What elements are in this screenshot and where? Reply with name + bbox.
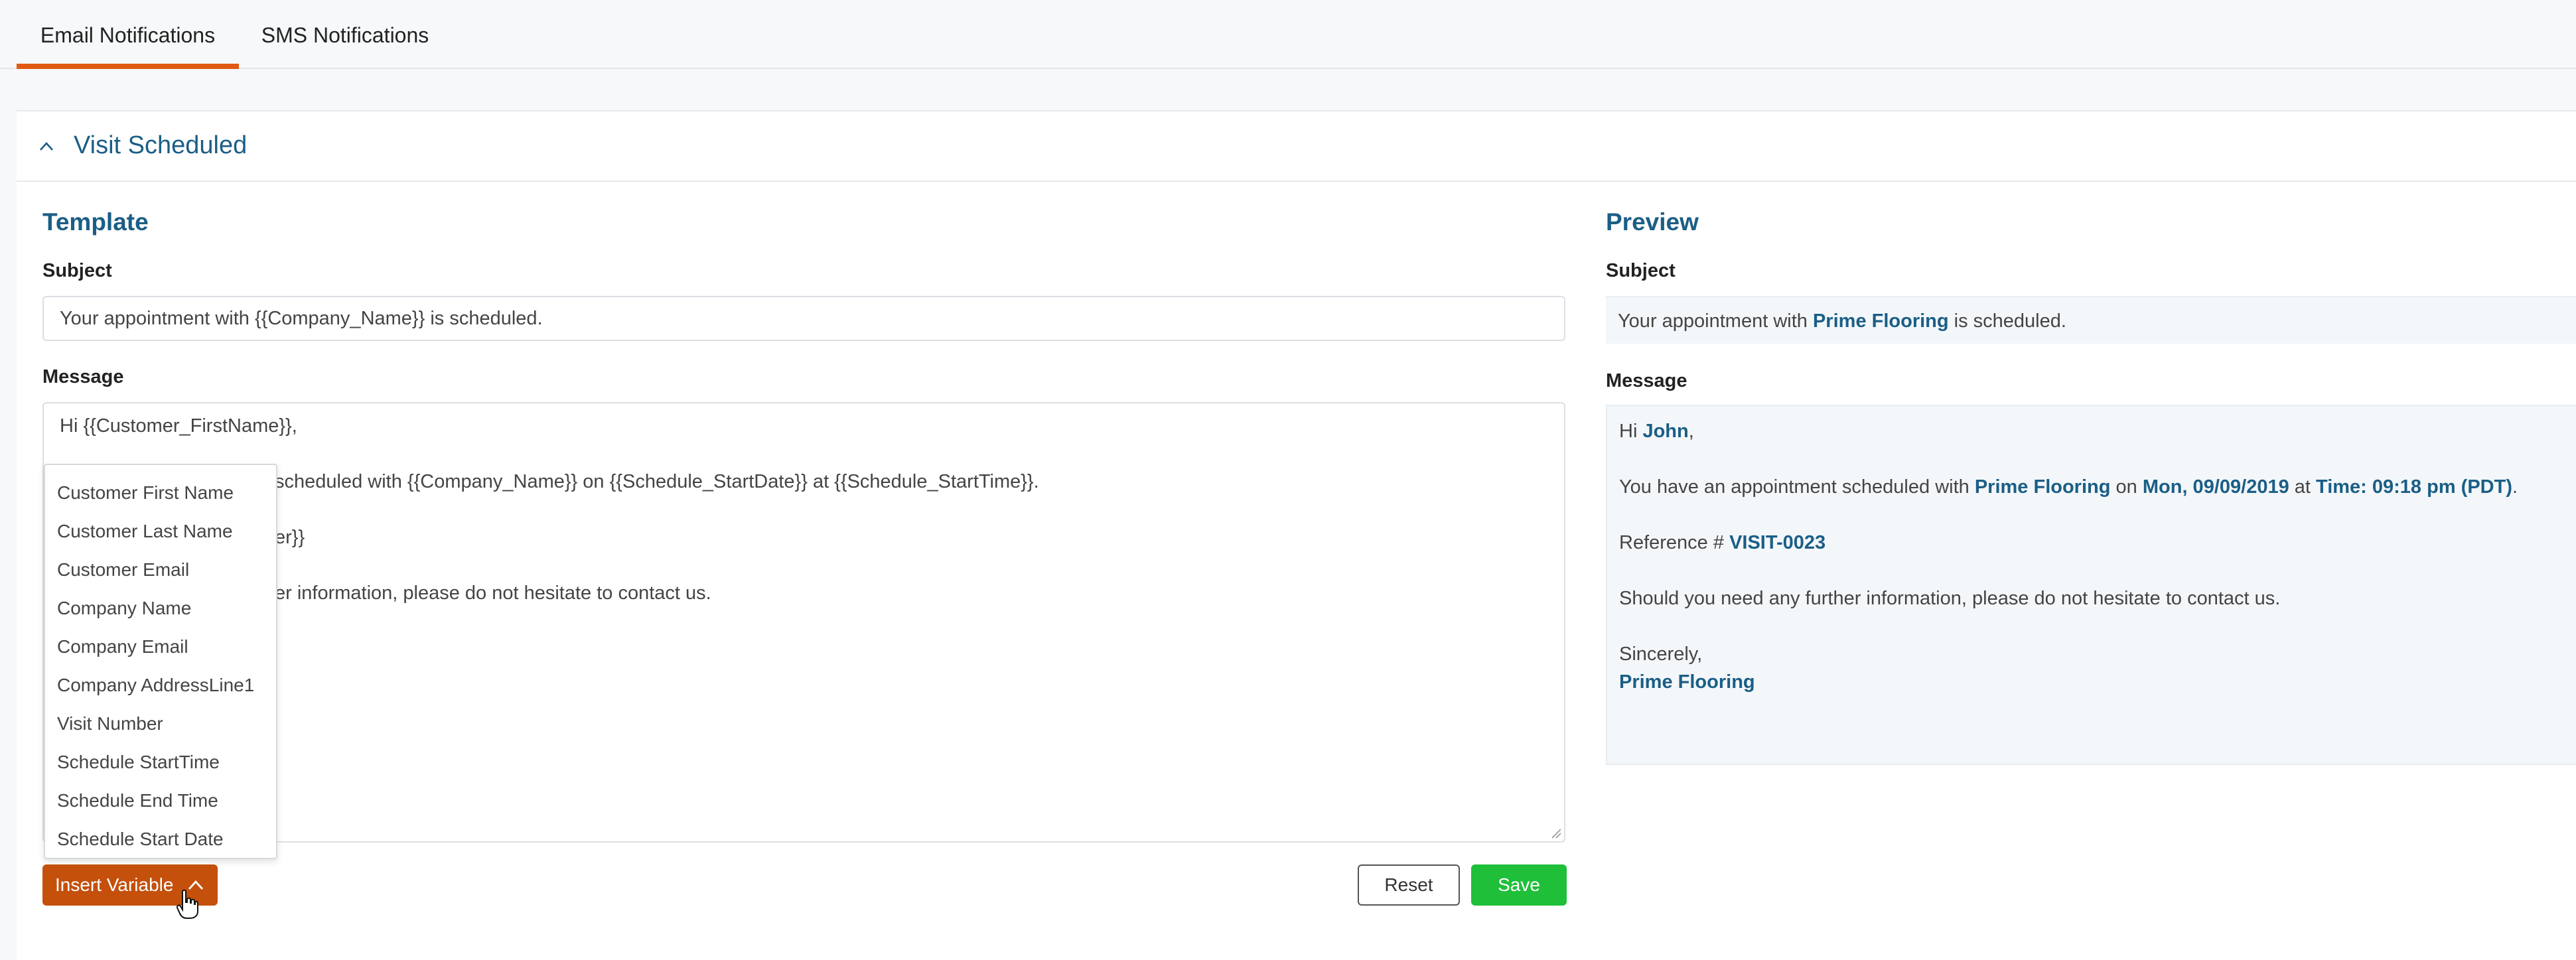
preview-company-name: Prime Flooring (1974, 476, 2111, 498)
message-line: scheduled with {{Company_Name}} on {{Sch… (275, 471, 1039, 492)
menu-item-customer-email[interactable]: Customer Email (57, 559, 189, 581)
reset-button[interactable]: Reset (1358, 864, 1460, 906)
tab-email-notifications[interactable]: Email Notifications (17, 0, 239, 69)
panel-title: Visit Scheduled (74, 131, 248, 159)
preview-text: . (2512, 476, 2518, 498)
preview-time: Time: 09:18 pm (PDT) (2316, 476, 2512, 498)
preview-visit-number: VISIT-0023 (1729, 532, 1826, 553)
visit-scheduled-accordion-header[interactable]: Visit Scheduled (17, 111, 2576, 182)
message-line: Hi {{Customer_FirstName}}, (60, 415, 297, 437)
preview-message-label: Message (1606, 370, 1687, 391)
insert-variable-label: Insert Variable (55, 874, 174, 895)
menu-item-company-name[interactable]: Company Name (57, 598, 191, 619)
preview-appointment-line: You have an appointment scheduled with P… (1619, 476, 2518, 498)
menu-item-customer-last-name[interactable]: Customer Last Name (57, 521, 233, 542)
preview-greeting-line: Hi John, (1619, 421, 1694, 443)
preview-sincerely: Sincerely, (1619, 644, 1703, 665)
message-label: Message (42, 366, 124, 387)
template-heading: Template (42, 208, 149, 236)
preview-text: is scheduled. (1954, 310, 2066, 332)
preview-text: at (2294, 476, 2311, 498)
preview-signature: Prime Flooring (1619, 671, 1755, 693)
pointer-hand-icon (177, 889, 198, 919)
resize-handle-icon[interactable] (1549, 827, 1561, 839)
menu-item-schedule-starttime[interactable]: Schedule StartTime (57, 752, 220, 773)
preview-heading: Preview (1606, 208, 1699, 236)
preview-further-line: Should you need any further information,… (1619, 588, 2281, 609)
preview-text: Your appointment with (1618, 310, 1808, 332)
message-line: er information, please do not hesitate t… (275, 583, 711, 604)
chevron-up-icon (40, 142, 53, 151)
preview-text: on (2115, 476, 2137, 498)
preview-text: You have an appointment scheduled with (1619, 476, 1969, 498)
preview-company-name: Prime Flooring (1812, 310, 1949, 332)
preview-text: Hi (1619, 421, 1638, 442)
menu-item-schedule-start-date[interactable]: Schedule Start Date (57, 829, 224, 850)
save-button[interactable]: Save (1471, 864, 1567, 906)
subject-label: Subject (42, 260, 112, 281)
preview-message: Hi John, You have an appointment schedul… (1606, 405, 2576, 765)
menu-item-company-addressline1[interactable]: Company AddressLine1 (57, 675, 254, 696)
subject-input[interactable]: Your appointment with {{Company_Name}} i… (42, 296, 1565, 341)
menu-item-company-email[interactable]: Company Email (57, 636, 188, 657)
preview-customer-name: John (1642, 421, 1689, 442)
preview-reference-line: Reference # VISIT-0023 (1619, 532, 1825, 554)
notification-tabs: Email Notifications SMS Notifications (0, 0, 2576, 69)
menu-item-visit-number[interactable]: Visit Number (57, 713, 163, 734)
preview-subject: Your appointment with Prime Flooring is … (1606, 296, 2576, 344)
tab-sms-notifications[interactable]: SMS Notifications (252, 0, 438, 68)
preview-date: Mon, 09/09/2019 (2142, 476, 2289, 498)
menu-item-schedule-end-time[interactable]: Schedule End Time (57, 790, 218, 811)
insert-variable-menu: Customer First Name Customer Last Name C… (44, 464, 277, 859)
preview-subject-label: Subject (1606, 260, 1676, 281)
menu-item-customer-first-name[interactable]: Customer First Name (57, 482, 234, 504)
preview-text: Reference # (1619, 532, 1724, 553)
preview-text: , (1688, 421, 1694, 442)
message-line: er}} (275, 527, 305, 548)
